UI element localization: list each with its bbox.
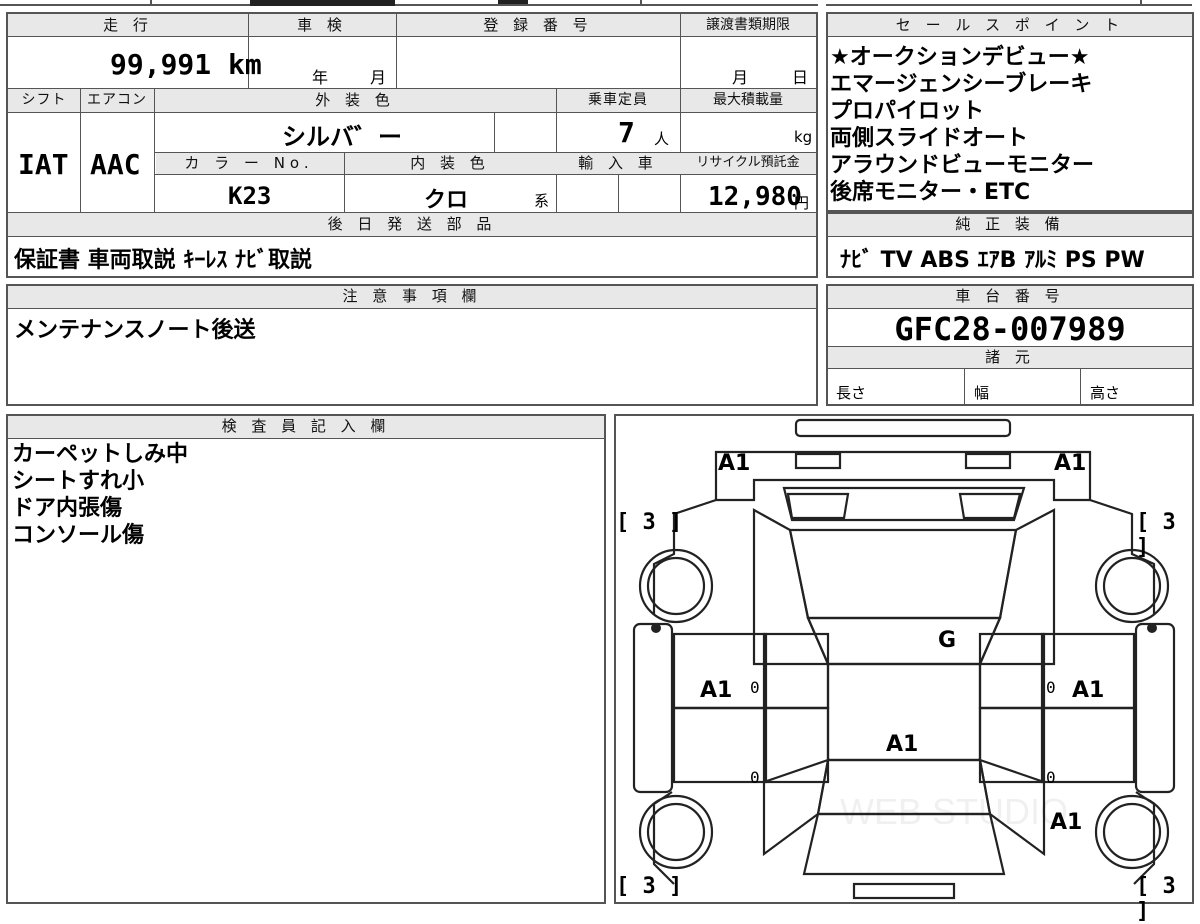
door-zero: 0	[1046, 768, 1056, 787]
door-zero: 0	[1046, 678, 1056, 697]
mileage-header: 走 行	[103, 16, 153, 34]
ac-value: AAC	[90, 148, 141, 181]
equipment-header: 純 正 装 備	[955, 215, 1065, 233]
door-zero: 0	[750, 678, 760, 697]
shift-header: シフト	[21, 92, 67, 108]
notes-text: メンテナンスノート後送	[14, 318, 256, 343]
shaken-month-unit: 月	[370, 68, 387, 87]
max-load-header: 最大積載量	[713, 92, 783, 108]
sales-point: エマージェンシーブレーキ	[830, 72, 1093, 97]
import-header: 輸 入 車	[578, 154, 658, 172]
tire-depth-rl: [ 3 ]	[616, 874, 683, 899]
shaken-header: 車 検	[297, 16, 347, 34]
recycle-fee-unit: 円	[794, 194, 810, 212]
mark-left-front-door: A1	[700, 678, 733, 703]
capacity-unit: 人	[654, 130, 670, 148]
sales-point: プロパイロット	[830, 99, 985, 124]
door-zero: 0	[750, 768, 760, 787]
recycle-header: リサイクル預託金	[696, 155, 800, 170]
color-no-value: K23	[228, 182, 272, 210]
capacity-value: 7	[618, 116, 635, 149]
length-label: 長さ	[836, 384, 867, 402]
car-diagram: WEB STUDIO	[632, 418, 1176, 900]
transfer-month-unit: 月	[732, 68, 749, 87]
sales-points-list: ★オークションデビュー★ エマージェンシーブレーキ プロパイロット 両側スライド…	[830, 44, 1190, 206]
sales-point: 両側スライドオート	[830, 126, 1029, 151]
shaken-year-unit: 年	[312, 68, 329, 87]
interior-color-header: 内 装 色	[410, 154, 490, 172]
color-no-header: カ ラ ー No.	[184, 154, 314, 172]
interior-color-value: クロ	[424, 188, 469, 213]
inspector-note: シートすれ小	[12, 469, 145, 494]
sales-point: 後席モニター・ETC	[830, 180, 1031, 205]
tire-depth-fr: [ 3 ]	[1136, 510, 1176, 560]
mark-windshield: G	[938, 628, 957, 653]
inspector-header: 検 査 員 記 入 欄	[221, 417, 391, 435]
mark-right-rear: A1	[1050, 810, 1083, 835]
chassis-header: 車 台 番 号	[955, 287, 1065, 305]
sales-point: ★オークションデビュー★	[830, 45, 1090, 70]
inspector-notes: カーペットしみ中 シートすれ小 ドア内張傷 コンソール傷	[12, 441, 188, 549]
transfer-day-unit: 日	[792, 68, 809, 87]
later-parts-text: 保証書 車両取説 ｷｰﾚｽ ﾅﾋﾞ取説	[14, 248, 312, 273]
width-label: 幅	[974, 384, 990, 402]
inspector-note: カーペットしみ中	[12, 442, 189, 467]
registration-header: 登 録 番 号	[483, 16, 593, 34]
mileage-value: 99,991 km	[110, 48, 262, 81]
transfer-header: 譲渡書類期限	[706, 17, 790, 33]
mark-right-front-door: A1	[1072, 678, 1105, 703]
inspector-note: コンソール傷	[12, 523, 145, 548]
mark-front-right: A1	[1054, 451, 1087, 476]
notes-header: 注 意 事 項 欄	[342, 287, 482, 305]
equipment-text: ﾅﾋﾞ TV ABS ｴｱB ｱﾙﾐ PS PW	[840, 248, 1145, 273]
tire-depth-fl: [ 3 ]	[616, 510, 683, 535]
top-strip	[0, 0, 1200, 8]
height-label: 高さ	[1090, 384, 1121, 402]
shift-value: IAT	[18, 148, 69, 181]
chassis-number: GFC28-007989	[894, 310, 1126, 348]
recycle-fee-value: 12,980	[708, 182, 802, 212]
exterior-color-value: シルバ゛ー	[282, 123, 402, 151]
watermark: WEB STUDIO	[840, 791, 1068, 832]
interior-color-suffix: 系	[534, 192, 550, 210]
sales-point: アラウンドビューモニター	[830, 153, 1095, 178]
later-parts-header: 後 日 発 送 部 品	[327, 215, 497, 233]
exterior-color-header: 外 装 色	[315, 91, 395, 109]
tire-depth-rr: [ 3 ]	[1136, 874, 1176, 924]
spec-header: 諸 元	[985, 348, 1035, 366]
mark-roof: A1	[886, 732, 919, 757]
max-load-unit: kg	[794, 128, 813, 146]
capacity-header: 乗車定員	[588, 92, 648, 108]
inspector-note: ドア内張傷	[12, 496, 123, 521]
ac-header: エアコン	[87, 92, 147, 108]
sales-points-header: セ ー ル ス ポ イ ン ト	[895, 16, 1125, 34]
mark-front-left: A1	[718, 451, 751, 476]
